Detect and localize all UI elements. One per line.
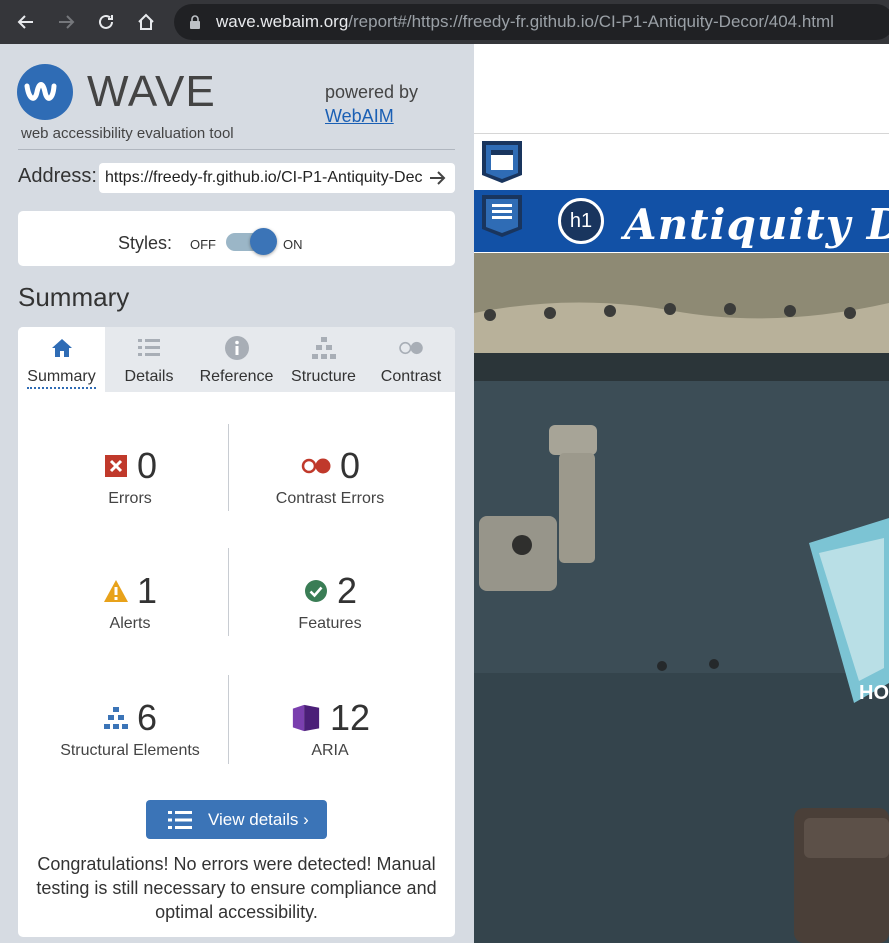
stat-errors[interactable]: 0 Errors [30,445,230,508]
styles-panel: Styles: OFF ON [18,211,455,266]
structural-count: 6 [136,697,158,738]
aria-count: 12 [329,697,371,738]
styles-off-label: OFF [190,237,216,252]
go-arrow-icon[interactable] [427,168,447,188]
wave-sidebar: WAVE web accessibility evaluation tool p… [0,44,474,943]
page-preview: h1 Antiquity Dec HO [474,44,889,943]
address-label: Address: [18,165,97,187]
view-details-button[interactable]: View details › [146,800,327,839]
stat-aria[interactable]: 12 ARIA [230,697,430,760]
header-landmark-icon[interactable] [479,138,525,184]
tab-details[interactable]: Details [105,327,193,392]
contrast-error-icon [300,453,332,479]
stat-structural-elements[interactable]: 6 Structural Elements [30,697,230,760]
error-icon [103,453,129,479]
features-count: 2 [336,570,358,611]
arrow-left-icon [17,15,33,29]
stat-alerts[interactable]: 1 Alerts [30,570,230,633]
alert-icon [103,578,129,604]
site-title: Antiquity Dec [624,200,889,249]
header-divider [18,149,455,150]
tab-reference[interactable]: Reference [193,327,280,392]
aria-cube-icon [290,702,322,734]
reload-button[interactable] [86,0,126,44]
structural-label: Structural Elements [60,742,200,759]
site-banner: h1 Antiquity Dec [474,190,889,252]
tab-structure[interactable]: Structure [280,327,367,392]
wave-logo-text: WAVE [87,67,216,116]
contrast-errors-label: Contrast Errors [275,490,385,507]
hero-image: HO [474,253,889,943]
postcard-text: HO [859,682,889,704]
aria-label: ARIA [311,742,349,759]
wave-tagline: web accessibility evaluation tool [21,125,234,142]
features-label: Features [298,615,362,632]
lock-icon [188,15,202,29]
tab-contrast[interactable]: Contrast [367,327,455,392]
congrats-message: Congratulations! No errors were detected… [36,854,437,922]
alerts-label: Alerts [109,615,151,632]
structure-icon [103,705,129,731]
styles-on-label: ON [283,237,303,252]
errors-count: 0 [136,445,158,486]
tab-summary[interactable]: Summary [18,327,105,392]
view-details-label: View details › [208,809,309,829]
vintage-suitcase-image: HO [474,253,889,943]
tab-bar: Summary Details Reference Structure Cont… [18,327,455,392]
url-text: wave.webaim.org/report#/https://freedy-f… [216,12,834,31]
stat-contrast-errors[interactable]: 0 Contrast Errors [230,445,430,508]
navigation-landmark-icon[interactable] [479,192,525,238]
address-value: https://freedy-fr.github.io/CI-P1-Antiqu… [105,169,423,186]
powered-by-label: powered by [325,82,419,102]
summary-heading: Summary [18,282,130,312]
forward-button[interactable] [46,0,86,44]
contrast-errors-count: 0 [339,445,361,486]
list-icon [136,335,162,361]
stat-features[interactable]: 2 Features [230,570,430,633]
wave-logo-icon [17,64,73,120]
browser-toolbar: wave.webaim.org/report#/https://freedy-f… [0,0,889,44]
summary-panel: Summary Details Reference Structure Cont… [18,327,455,937]
home-button[interactable] [126,0,166,44]
errors-label: Errors [108,490,152,507]
feature-check-icon [303,578,329,604]
styles-label: Styles: [118,233,173,253]
reload-icon [99,14,113,29]
heading-h1-icon[interactable]: h1 [558,198,604,244]
arrow-right-icon [59,15,75,29]
preview-header-area [474,44,889,134]
wave-logo: WAVE [17,64,216,120]
back-button[interactable] [6,0,46,44]
contrast-icon [398,335,424,361]
webaim-link[interactable]: WebAIM [325,106,394,127]
styles-toggle-knob[interactable] [250,228,277,255]
home-icon [49,335,75,361]
address-bar[interactable]: wave.webaim.org/report#/https://freedy-f… [174,4,889,40]
list-icon [168,810,192,830]
info-icon [224,335,250,361]
structure-icon [311,335,337,361]
home-icon [138,13,154,30]
alerts-count: 1 [136,570,158,611]
address-input[interactable]: https://freedy-fr.github.io/CI-P1-Antiqu… [99,163,455,193]
